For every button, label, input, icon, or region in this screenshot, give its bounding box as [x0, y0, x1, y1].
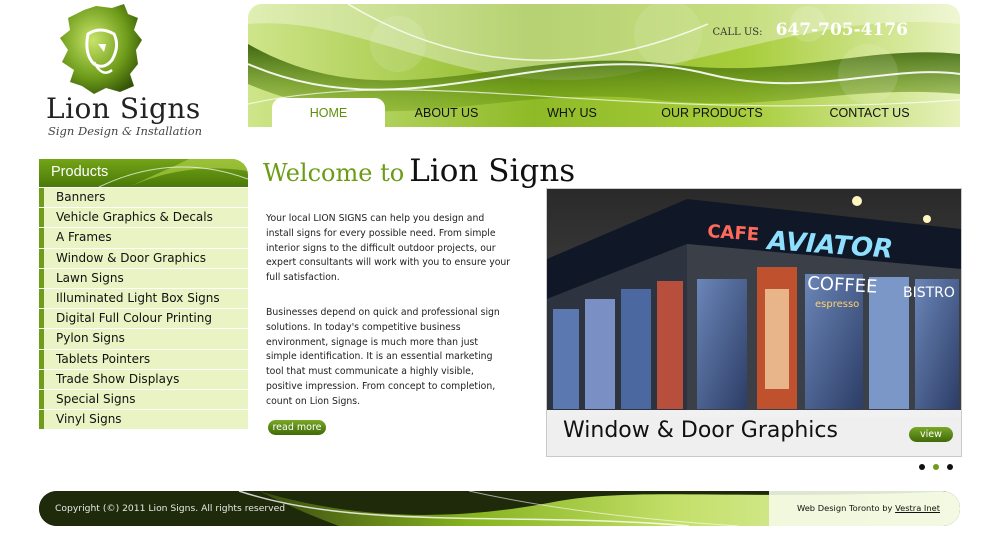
image-slider: CAFE AVIATOR COFFEE BISTRO espresso Wind… [546, 188, 962, 457]
sidebar-header: Products [39, 159, 248, 187]
main-nav: HOME ABOUT US WHY US OUR PRODUCTS CONTAC… [272, 98, 960, 127]
intro-paragraph-2: Businesses depend on quick and professio… [266, 307, 500, 407]
sidebar-item-illuminated-light-box[interactable]: Illuminated Light Box Signs [39, 288, 248, 309]
sidebar-item-window-door-graphics[interactable]: Window & Door Graphics [39, 248, 248, 268]
products-sidebar: Products Banners Vehicle Graphics & Deca… [39, 159, 248, 430]
nav-why-us[interactable]: WHY US [522, 98, 622, 127]
sign-coffee: COFFEE [807, 273, 878, 298]
page-title: Welcome to Lion Signs [263, 153, 575, 189]
brand-name: Lion Signs [46, 92, 201, 125]
footer-credit: Web Design Toronto by Vestra Inet [797, 503, 940, 513]
slider-caption: Window & Door Graphics view [547, 410, 961, 456]
view-button[interactable]: view [909, 427, 953, 442]
slider-dot-3[interactable] [947, 464, 953, 470]
intro-paragraph-1: Your local LION SIGNS can help you desig… [266, 213, 511, 284]
read-more-button[interactable]: read more [268, 420, 326, 435]
sidebar-item-trade-show[interactable]: Trade Show Displays [39, 369, 248, 389]
sidebar-item-pylon-signs[interactable]: Pylon Signs [39, 329, 248, 349]
call-us-label: CALL US: [712, 27, 763, 38]
copyright-text: Copyright (©) 2011 Lion Signs. All right… [55, 503, 286, 514]
sidebar-item-banners[interactable]: Banners [39, 188, 248, 208]
nav-our-products[interactable]: OUR PRODUCTS [652, 98, 772, 127]
sidebar-item-lawn-signs[interactable]: Lawn Signs [39, 268, 248, 288]
site-footer: Copyright (©) 2011 Lion Signs. All right… [39, 491, 960, 526]
slider-dot-2[interactable] [933, 464, 939, 470]
sign-cafe: CAFE [707, 221, 760, 246]
slider-caption-text: Window & Door Graphics [563, 418, 838, 443]
sidebar-item-vinyl-signs[interactable]: Vinyl Signs [39, 410, 248, 430]
nav-about-us[interactable]: ABOUT US [395, 98, 498, 127]
lion-head-icon [60, 4, 142, 94]
welcome-text: Welcome to [263, 159, 405, 187]
credit-link[interactable]: Vestra Inet [895, 503, 940, 513]
sidebar-item-a-frames[interactable]: A Frames [39, 228, 248, 248]
nav-home[interactable]: HOME [272, 98, 385, 127]
sidebar-item-special-signs[interactable]: Special Signs [39, 389, 248, 410]
call-us: CALL US: 647-705-4176 [713, 20, 908, 40]
site-logo[interactable]: Lion Signs Sign Design & Installation [40, 4, 210, 139]
sidebar-item-digital-printing[interactable]: Digital Full Colour Printing [39, 309, 248, 329]
sign-espresso: espresso [815, 299, 859, 310]
slider-dot-1[interactable] [919, 464, 925, 470]
sidebar-item-tablets-pointers[interactable]: Tablets Pointers [39, 349, 248, 369]
sidebar-title: Products [51, 164, 109, 180]
credit-prefix: Web Design Toronto by [796, 503, 893, 513]
phone-number[interactable]: 647-705-4176 [776, 20, 908, 40]
nav-contact-us[interactable]: CONTACT US [817, 98, 922, 127]
sidebar-item-vehicle-graphics[interactable]: Vehicle Graphics & Decals [39, 208, 248, 228]
sign-bistro: BISTRO [903, 285, 955, 301]
brand-tagline: Sign Design & Installation [48, 124, 203, 138]
welcome-brand: Lion Signs [409, 153, 576, 189]
